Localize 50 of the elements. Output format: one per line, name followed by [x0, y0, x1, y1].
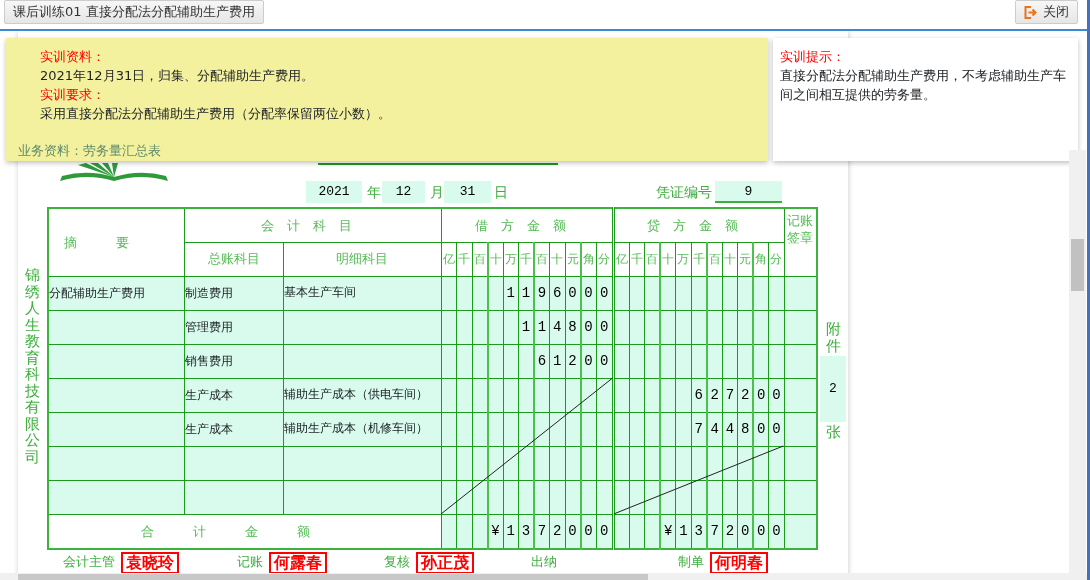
section-heading: 实训要求： — [40, 86, 106, 104]
voucher-number-field[interactable]: 9 — [715, 181, 782, 203]
table-cell: 基本生产车间 — [283, 276, 441, 310]
day-field[interactable]: 31 — [444, 181, 491, 203]
materials-link[interactable]: 业务资料：劳务量汇总表 — [18, 141, 161, 161]
close-button[interactable]: 关闭 — [1015, 0, 1078, 24]
tab[interactable]: 课后训练01 直接分配法分配辅助生产费用 — [4, 0, 264, 24]
scroll-thumb[interactable] — [1071, 239, 1084, 291]
column-header: 会计科目 — [184, 208, 441, 242]
signature-label: 复核 — [384, 553, 410, 571]
section-heading: 实训资料： — [40, 48, 106, 66]
company-name: 锦绣人生教育科技有限公司 — [25, 267, 40, 465]
signature-label: 出纳 — [531, 553, 557, 571]
table-cell: 辅助生产成本（机修车间） — [283, 412, 441, 446]
attachments-unit: 张 — [825, 424, 841, 441]
month-field[interactable]: 12 — [382, 181, 425, 203]
vertical-scrollbar[interactable] — [1069, 150, 1086, 573]
attachments-label: 附件 — [825, 321, 841, 354]
column-header: 明细科目 — [283, 242, 441, 276]
month-label: 月 — [430, 182, 444, 202]
day-label: 日 — [494, 182, 508, 202]
table-cell: 管理费用 — [184, 310, 283, 344]
attachments-field[interactable]: 2 — [820, 356, 846, 422]
table-cell: 生产成本 — [184, 378, 283, 412]
signature-label: 制单 — [678, 553, 704, 571]
year-label: 年 — [367, 182, 381, 202]
column-header: 总账科目 — [184, 242, 283, 276]
column-header: 贷方金额 — [613, 208, 785, 242]
year-field[interactable]: 2021 — [306, 181, 362, 203]
signature-label: 会计主管 — [63, 553, 115, 571]
instruction-text: 采用直接分配法分配辅助生产费用（分配率保留两位小数）。 — [40, 105, 392, 123]
signature-label: 记账 — [237, 553, 263, 571]
column-header: 记账签章 — [784, 208, 817, 276]
table-cell: 制造费用 — [184, 276, 283, 310]
book-logo-icon — [60, 163, 170, 181]
table-cell: 分配辅助生产费用 — [48, 276, 184, 310]
table-cell: 辅助生产成本（供电车间） — [283, 378, 441, 412]
table-cell: 生产成本 — [184, 412, 283, 446]
exit-icon — [1024, 5, 1037, 19]
hint-text: 直接分配法分配辅助生产费用，不考虑辅助生产车间之间相互提供的劳务量。 — [780, 67, 1067, 104]
unit-header: 亿 — [613, 242, 630, 276]
horizontal-scrollbar[interactable] — [0, 573, 1087, 580]
total-label: 合计金额 — [48, 514, 441, 549]
column-header: 借方金额 — [441, 208, 614, 242]
table-cell: 销售费用 — [184, 344, 283, 378]
instruction-text: 2021年12月31日，归集、分配辅助生产费用。 — [40, 67, 316, 85]
column-header: 摘要 — [48, 208, 184, 276]
voucher-number-label: 凭证编号 — [656, 182, 712, 202]
scroll-thumb[interactable] — [18, 574, 648, 580]
hint-heading: 实训提示： — [780, 48, 846, 66]
